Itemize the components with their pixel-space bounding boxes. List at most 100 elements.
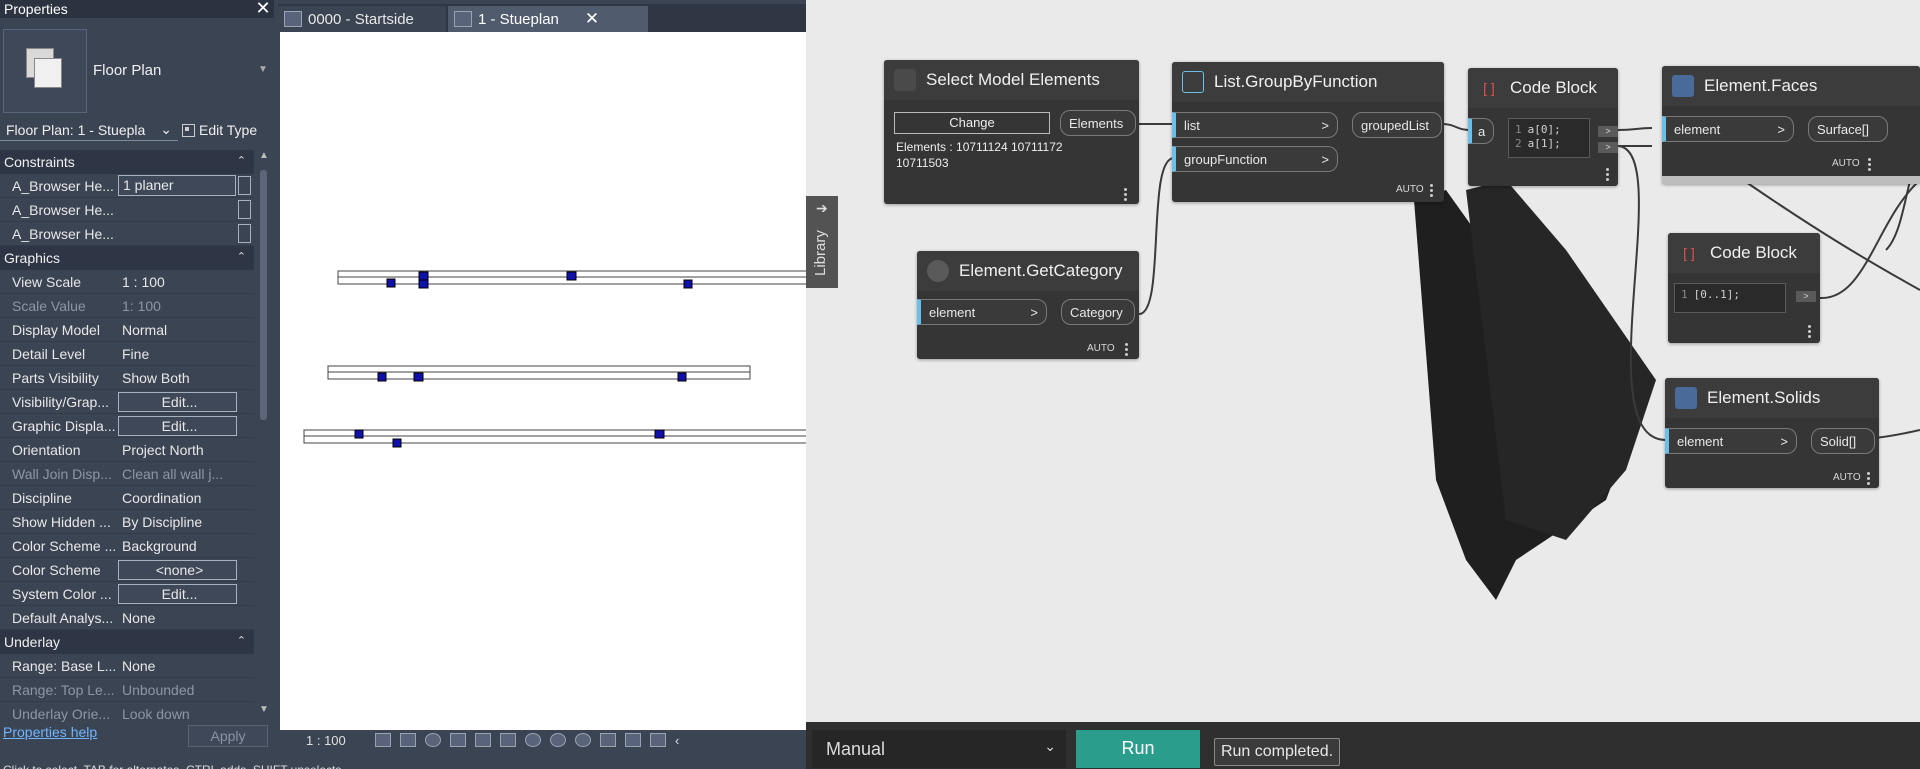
scroll-down-icon[interactable]: ▼	[259, 704, 269, 715]
more-options-icon[interactable]	[1867, 470, 1871, 487]
browse-button[interactable]	[238, 224, 251, 243]
properties-scrollbar[interactable]: ▲ ▼	[256, 150, 272, 722]
node-element-solids[interactable]: Element.Solids element > Solid[] AUTO	[1665, 378, 1879, 488]
sun-path-icon[interactable]	[425, 733, 441, 747]
property-value[interactable]: Show Both	[118, 370, 254, 386]
property-value[interactable]: Coordination	[118, 490, 254, 506]
property-row[interactable]: View Scale 1 : 100	[0, 270, 254, 294]
edit-type-button[interactable]: Edit Type	[178, 122, 257, 138]
library-tab[interactable]: ➔ Library	[806, 196, 838, 288]
output-port-groupedlist[interactable]: groupedList	[1352, 112, 1442, 138]
browse-button[interactable]	[238, 176, 251, 195]
property-value[interactable]: Project North	[118, 442, 254, 458]
chevron-left-icon[interactable]: ‹	[675, 733, 679, 748]
detail-level-icon[interactable]	[375, 733, 391, 747]
chevron-down-icon[interactable]: ▼	[258, 64, 268, 75]
run-button[interactable]: Run	[1076, 730, 1200, 768]
property-row[interactable]: Discipline Coordination	[0, 486, 254, 510]
property-row[interactable]: Visibility/Grap... Edit...	[0, 390, 254, 414]
temporary-view-properties-icon[interactable]	[600, 733, 616, 747]
section-underlay[interactable]: Underlay ⌃	[0, 630, 254, 654]
property-row[interactable]: Color Scheme ... Background	[0, 534, 254, 558]
property-row[interactable]: System Color ... Edit...	[0, 582, 254, 606]
properties-help-link[interactable]: Properties help	[3, 724, 97, 740]
drawing-canvas[interactable]	[280, 32, 809, 730]
property-row[interactable]: Color Scheme <none>	[0, 558, 254, 582]
edit-button[interactable]: Edit...	[118, 583, 237, 604]
visual-style-icon[interactable]	[400, 733, 416, 747]
lacing-label[interactable]: AUTO	[1833, 472, 1861, 483]
property-row[interactable]: Orientation Project North	[0, 438, 254, 462]
output-port[interactable]: >	[1598, 142, 1618, 153]
more-options-icon[interactable]	[1808, 323, 1812, 340]
property-row[interactable]: Parts Visibility Show Both	[0, 366, 254, 390]
reveal-hidden-icon[interactable]	[550, 733, 566, 747]
property-row[interactable]: Show Hidden ... By Discipline	[0, 510, 254, 534]
input-port-groupfunction[interactable]: groupFunction >	[1172, 146, 1338, 172]
shadows-icon[interactable]	[450, 733, 466, 747]
scrollbar-thumb[interactable]	[260, 170, 267, 420]
property-value[interactable]: Normal	[118, 322, 254, 338]
property-value[interactable]: None	[118, 610, 254, 626]
change-button[interactable]: Change	[894, 112, 1050, 134]
tab-startside[interactable]: 0000 - Startside	[278, 6, 446, 32]
lacing-label[interactable]: AUTO	[1087, 343, 1115, 354]
input-port-a[interactable]: a	[1468, 118, 1494, 144]
run-mode-dropdown[interactable]: Manual ⌄	[812, 730, 1066, 768]
lacing-label[interactable]: AUTO	[1396, 184, 1424, 195]
graph-canvas[interactable]: ➔ Library Select Model Elements Change E…	[806, 0, 1920, 722]
section-graphics[interactable]: Graphics ⌃	[0, 246, 254, 270]
output-port-category[interactable]: Category	[1061, 299, 1135, 325]
node-code-block[interactable]: [ ] Code Block 1 [0..1]; >	[1668, 233, 1820, 343]
crop-view-icon[interactable]	[475, 733, 491, 747]
property-value[interactable]: By Discipline	[118, 514, 254, 530]
node-header[interactable]: Element.Solids	[1665, 378, 1879, 418]
edit-button[interactable]: Edit...	[118, 391, 237, 412]
input-port-element[interactable]: element >	[1665, 428, 1797, 454]
more-options-icon[interactable]	[1868, 156, 1872, 173]
output-port-elements[interactable]: Elements	[1060, 110, 1136, 136]
code-editor[interactable]: 1 a[0]; 2 a[1];	[1508, 118, 1590, 158]
property-row[interactable]: Display Model Normal	[0, 318, 254, 342]
property-row[interactable]: A_Browser He... 1 planer	[0, 174, 254, 198]
lacing-label[interactable]: AUTO	[1832, 158, 1860, 169]
property-row[interactable]: A_Browser He...	[0, 198, 254, 222]
node-element-faces[interactable]: Element.Faces element > Surface[] AUTO	[1662, 66, 1920, 184]
edit-button[interactable]: Edit...	[118, 415, 237, 436]
node-select-model-elements[interactable]: Select Model Elements Change Elements El…	[884, 60, 1139, 204]
property-row[interactable]: Range: Base L... None	[0, 654, 254, 678]
instance-filter-dropdown[interactable]: Floor Plan: 1 - Stuepla ⌄	[0, 119, 178, 141]
tab-stueplan[interactable]: 1 - Stueplan ✕	[448, 6, 648, 32]
output-port-surface[interactable]: Surface[]	[1808, 116, 1888, 142]
node-list-groupbyfunction[interactable]: List.GroupByFunction list > groupFunction…	[1172, 62, 1444, 202]
output-port-solid[interactable]: Solid[]	[1811, 428, 1875, 454]
node-header[interactable]: Select Model Elements	[884, 60, 1139, 100]
property-value[interactable]: None	[118, 658, 254, 674]
color-scheme-button[interactable]: <none>	[118, 559, 237, 580]
input-port-element[interactable]: element >	[1662, 116, 1794, 142]
lightbulb-icon[interactable]	[575, 733, 591, 747]
property-row[interactable]: Graphic Displa... Edit...	[0, 414, 254, 438]
property-value[interactable]: Fine	[118, 346, 254, 362]
more-options-icon[interactable]	[1125, 341, 1129, 358]
property-value-input[interactable]: 1 planer	[118, 175, 236, 196]
analytical-model-icon[interactable]	[625, 733, 641, 747]
property-row[interactable]: A_Browser He...	[0, 222, 254, 246]
property-value[interactable]: Background	[118, 538, 254, 554]
input-port-list[interactable]: list >	[1172, 112, 1338, 138]
type-selector[interactable]: Floor Plan ▼	[0, 18, 274, 116]
show-crop-region-icon[interactable]	[500, 733, 516, 747]
section-constraints[interactable]: Constraints ⌃	[0, 150, 254, 174]
apply-button[interactable]: Apply	[188, 725, 268, 747]
temporary-hide-icon[interactable]	[525, 733, 541, 747]
node-header[interactable]: Element.GetCategory	[917, 251, 1139, 291]
node-header[interactable]: Element.Faces	[1662, 66, 1920, 106]
scroll-up-icon[interactable]: ▲	[259, 150, 269, 161]
close-icon[interactable]: ✕	[585, 9, 599, 29]
close-icon[interactable]: ✕	[254, 0, 272, 18]
property-row[interactable]: Default Analys... None	[0, 606, 254, 630]
node-header[interactable]: [ ] Code Block	[1468, 68, 1618, 108]
view-scale-selector[interactable]: 1 : 100	[306, 733, 366, 748]
more-options-icon[interactable]	[1430, 182, 1434, 199]
code-editor[interactable]: 1 [0..1];	[1674, 283, 1786, 313]
